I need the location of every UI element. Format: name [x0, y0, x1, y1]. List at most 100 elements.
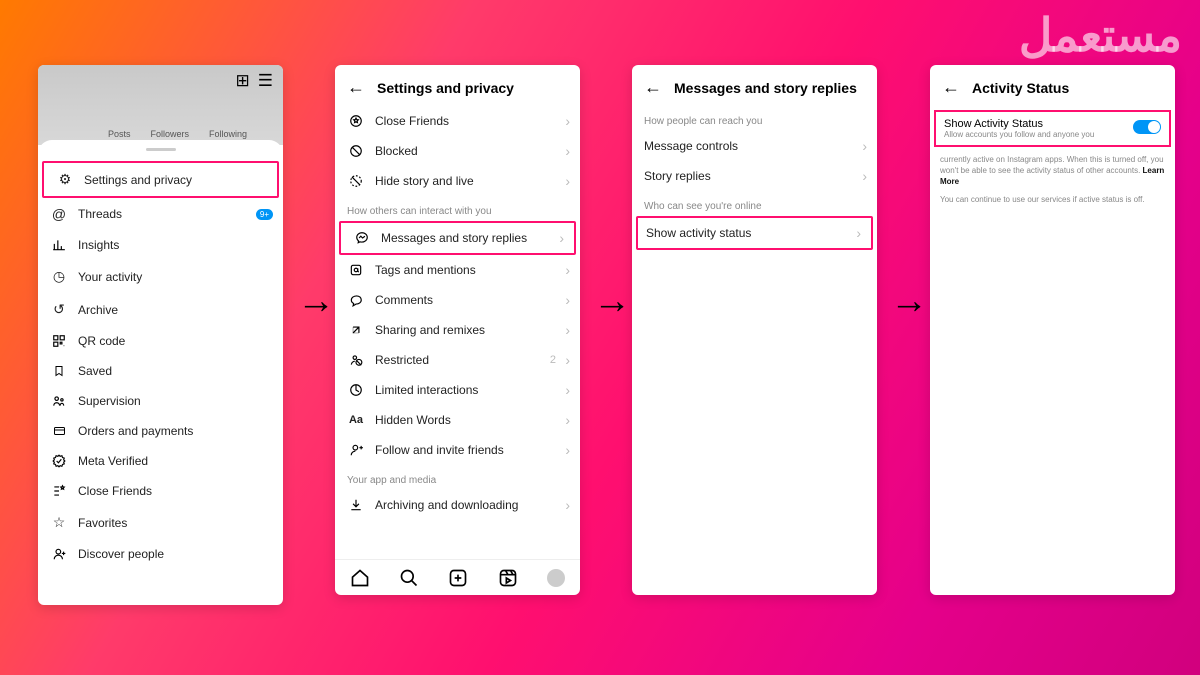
share-icon [347, 323, 365, 337]
row-label: Archiving and downloading [375, 498, 518, 512]
followers-tab: Followers [151, 129, 190, 139]
badge: 9+ [256, 209, 273, 220]
menu-item-label: Supervision [78, 394, 141, 408]
menu-item-label: Orders and payments [78, 424, 193, 438]
row-comments[interactable]: Comments › [335, 285, 580, 315]
chevron-right-icon: › [565, 412, 570, 428]
row-label: Comments [375, 293, 433, 307]
menu-close-friends[interactable]: Close Friends [38, 476, 283, 506]
activity-status-description-2: You can continue to use our services if … [930, 191, 1175, 210]
qr-icon [50, 334, 68, 348]
star-circle-icon [347, 114, 365, 128]
sheet-grabber[interactable] [146, 148, 176, 151]
chevron-right-icon: › [862, 168, 867, 184]
at-icon [347, 263, 365, 277]
menu-item-label: Saved [78, 364, 112, 378]
row-restricted[interactable]: Restricted 2 › [335, 345, 580, 375]
chevron-right-icon: › [565, 262, 570, 278]
comment-icon [347, 293, 365, 307]
row-hide-story[interactable]: Hide story and live› [335, 166, 580, 196]
star-icon: ☆ [50, 514, 68, 531]
row-limited-interactions[interactable]: Limited interactions› [335, 375, 580, 405]
section-header: Your app and media [335, 465, 580, 490]
row-close-friends[interactable]: Close Friends › [335, 106, 580, 136]
menu-orders-payments[interactable]: Orders and payments [38, 416, 283, 446]
screen-settings-privacy: ← Settings and privacy Close Friends› Bl… [335, 65, 580, 595]
screen-messages-story-replies: ← Messages and story replies How people … [632, 65, 877, 595]
row-messages-story-replies[interactable]: Messages and story replies› [339, 221, 576, 255]
menu-qr-code[interactable]: QR code [38, 326, 283, 356]
row-story-replies[interactable]: Story replies › [632, 161, 877, 191]
row-blocked[interactable]: Blocked› [335, 136, 580, 166]
supervision-icon [50, 394, 68, 408]
create-icon[interactable] [448, 568, 468, 588]
menu-meta-verified[interactable]: Meta Verified [38, 446, 283, 476]
menu-discover-people[interactable]: Discover people [38, 539, 283, 569]
limit-icon [347, 383, 365, 397]
chevron-right-icon: › [565, 292, 570, 308]
menu-insights[interactable]: Insights [38, 230, 283, 260]
section-header: How others can interact with you [335, 196, 580, 221]
reels-icon[interactable] [498, 568, 518, 588]
row-label: Hidden Words [375, 413, 451, 427]
row-show-activity-status[interactable]: Show activity status › [636, 216, 873, 250]
archive-icon: ↺ [50, 301, 68, 318]
row-label: Follow and invite friends [375, 443, 504, 457]
row-sharing-remixes[interactable]: Sharing and remixes› [335, 315, 580, 345]
row-tags-mentions[interactable]: Tags and mentions › [335, 255, 580, 285]
home-icon[interactable] [350, 568, 370, 588]
row-label: Story replies [644, 169, 711, 183]
chevron-right-icon: › [565, 173, 570, 189]
row-label: Blocked [375, 144, 418, 158]
chevron-right-icon: › [565, 382, 570, 398]
arrow-2: → [593, 280, 631, 323]
row-message-controls[interactable]: Message controls› [632, 131, 877, 161]
activity-status-description: currently active on Instagram apps. When… [930, 151, 1175, 191]
menu-settings-privacy[interactable]: ⚙ Settings and privacy [42, 161, 279, 198]
create-icon[interactable]: ⊞ [236, 71, 250, 91]
star-list-icon [50, 484, 68, 498]
menu-item-label: Meta Verified [78, 454, 148, 468]
row-label: Messages and story replies [381, 231, 527, 245]
menu-supervision[interactable]: Supervision [38, 386, 283, 416]
row-label: Sharing and remixes [375, 323, 485, 337]
toggle-switch[interactable] [1133, 120, 1161, 134]
blocked-icon [347, 144, 365, 158]
hide-icon [347, 174, 365, 188]
row-show-activity-status-toggle[interactable]: Show Activity Status Allow accounts you … [934, 110, 1171, 147]
menu-saved[interactable]: Saved [38, 356, 283, 386]
menu-archive[interactable]: ↺ Archive [38, 293, 283, 326]
menu-item-label: QR code [78, 334, 125, 348]
menu-favorites[interactable]: ☆ Favorites [38, 506, 283, 539]
row-label: Close Friends [375, 114, 449, 128]
section-header: Who can see you're online [632, 191, 877, 216]
back-icon[interactable]: ← [644, 77, 662, 98]
back-icon[interactable]: ← [942, 77, 960, 98]
row-archiving-downloading[interactable]: Archiving and downloading› [335, 490, 580, 520]
verified-icon [50, 454, 68, 468]
menu-item-label: Discover people [78, 547, 164, 561]
bookmark-icon [50, 364, 68, 378]
menu-item-label: Insights [78, 238, 119, 252]
chevron-right-icon: › [565, 113, 570, 129]
profile-icon[interactable] [547, 569, 565, 587]
row-label: Tags and mentions [375, 263, 476, 277]
menu-your-activity[interactable]: ◷ Your activity [38, 260, 283, 293]
chevron-right-icon: › [856, 225, 861, 241]
posts-tab: Posts [108, 129, 131, 139]
row-label: Show activity status [646, 226, 751, 240]
back-icon[interactable]: ← [347, 77, 365, 98]
aa-icon: Aa [347, 414, 365, 426]
search-icon[interactable] [399, 568, 419, 588]
chevron-right-icon: › [862, 138, 867, 154]
row-count: 2 [550, 354, 556, 366]
row-follow-invite[interactable]: Follow and invite friends› [335, 435, 580, 465]
restricted-icon [347, 353, 365, 367]
menu-item-label: Close Friends [78, 484, 152, 498]
menu-item-label: Settings and privacy [84, 173, 192, 187]
row-hidden-words[interactable]: Aa Hidden Words › [335, 405, 580, 435]
activity-icon: ◷ [50, 268, 68, 285]
menu-item-label: Your activity [78, 270, 142, 284]
menu-icon[interactable]: ☰ [258, 71, 273, 91]
menu-threads[interactable]: @ Threads 9+ [38, 198, 283, 230]
